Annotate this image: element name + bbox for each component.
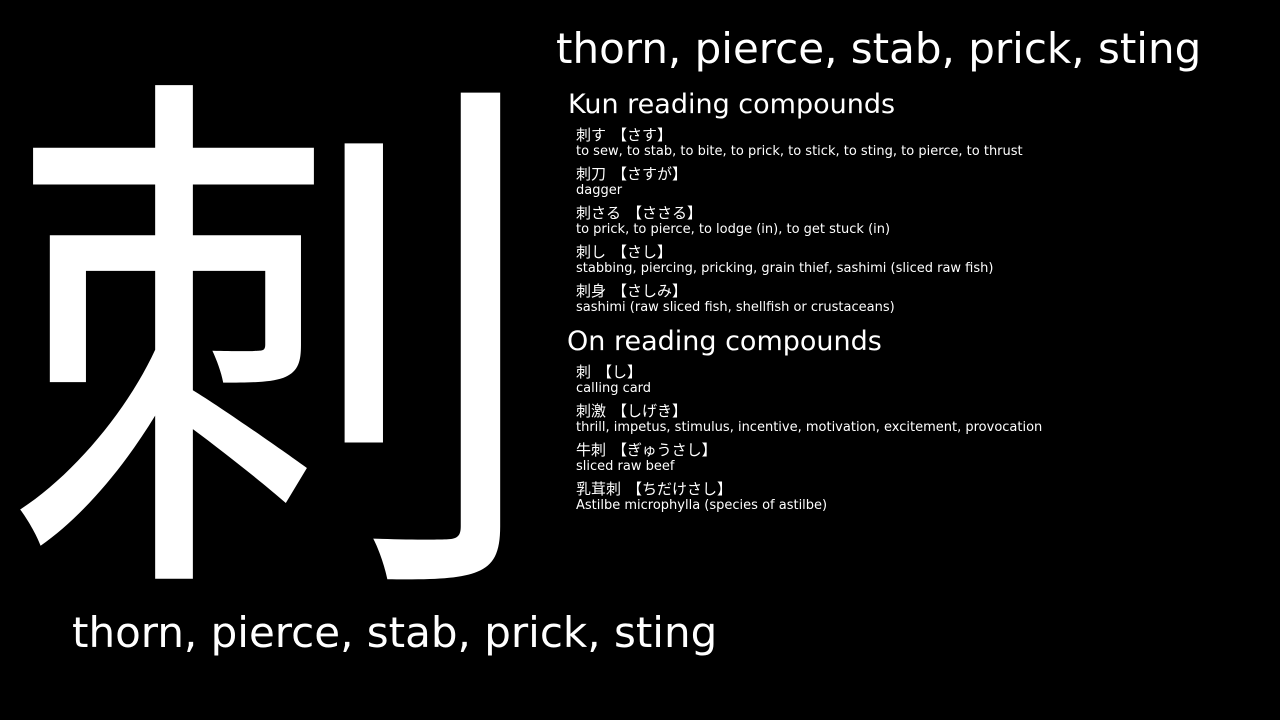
compound-definition: stabbing, piercing, pricking, grain thie… <box>576 261 994 276</box>
compound-reading: 【しげき】 <box>612 402 688 420</box>
compound-definition: to sew, to stab, to bite, to prick, to s… <box>576 144 1023 159</box>
compound-definition: calling card <box>576 381 652 396</box>
kun-compound-entry: 刺す 【さす】 to sew, to stab, to bite, to pric… <box>576 126 1268 159</box>
compound-reading: 【さす】 <box>612 126 673 144</box>
compound-reading: 【さしみ】 <box>612 282 688 300</box>
on-compound-entry: 刺激 【しげき】 thrill, impetus, stimulus, incen… <box>576 402 1268 435</box>
on-compound-entry: 刺【し】 calling card <box>576 363 1268 396</box>
meaning-heading: thorn, pierce, stab, prick, sting <box>556 24 1202 73</box>
compound-word: 牛刺 <box>576 441 607 459</box>
compound-word: 刺 <box>576 363 592 381</box>
compound-definition: to prick, to pierce, to lodge (in), to g… <box>576 222 891 237</box>
on-compound-entry: 牛刺 【ぎゅうさし】 sliced raw beef <box>576 441 1268 474</box>
compound-reading: 【ぎゅうさし】 <box>612 441 717 459</box>
on-compound-entry: 乳茸刺 【ちだけさし】 Astilbe microphylla (species … <box>576 480 1268 513</box>
compound-word: 刺し <box>576 243 607 261</box>
compound-reading: 【さし】 <box>612 243 673 261</box>
compound-word: 刺身 <box>576 282 607 300</box>
kun-compound-entry: 刺さる 【ささる】 to prick, to pierce, to lodge (… <box>576 204 1268 237</box>
kun-compound-entry: 刺刀 【さすが】 dagger <box>576 165 1268 198</box>
compound-word: 刺さる <box>576 204 622 222</box>
compound-reading: 【し】 <box>597 363 643 381</box>
on-reading-section: On reading compounds 刺【し】 calling card 刺… <box>567 325 1268 519</box>
kun-section-title: Kun reading compounds <box>568 89 896 120</box>
compound-word: 刺す <box>576 126 607 144</box>
compound-reading: 【さすが】 <box>612 165 688 183</box>
compound-reading: 【ささる】 <box>627 204 703 222</box>
compound-definition: Astilbe microphylla (species of astilbe) <box>576 498 828 513</box>
compound-word: 乳茸刺 <box>576 480 622 498</box>
compound-definition: sliced raw beef <box>576 459 675 474</box>
kun-compound-entry: 刺身 【さしみ】 sashimi (raw sliced fish, shellf… <box>576 282 1268 315</box>
kanji-character: 刺 <box>5 36 545 664</box>
kun-reading-section: Kun reading compounds 刺す 【さす】 to sew, to … <box>568 88 1268 321</box>
compound-definition: thrill, impetus, stimulus, incentive, mo… <box>576 420 1043 435</box>
meaning-caption: thorn, pierce, stab, prick, sting <box>72 608 718 657</box>
kun-compound-entry: 刺し 【さし】 stabbing, piercing, pricking, gra… <box>576 243 1268 276</box>
on-section-title: On reading compounds <box>567 326 882 357</box>
compound-word: 刺激 <box>576 402 607 420</box>
compound-word: 刺刀 <box>576 165 607 183</box>
compound-reading: 【ちだけさし】 <box>627 480 733 498</box>
compound-definition: sashimi (raw sliced fish, shellfish or c… <box>576 300 895 315</box>
compound-definition: dagger <box>576 183 623 198</box>
